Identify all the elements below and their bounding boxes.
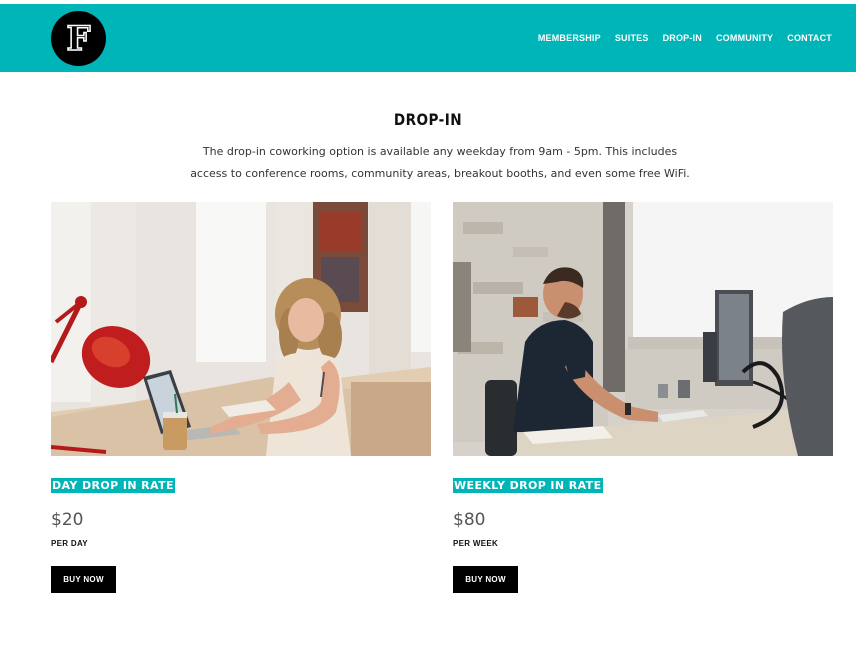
page-title: DROP-IN bbox=[393, 110, 463, 129]
nav-community[interactable]: COMMUNITY bbox=[716, 33, 773, 43]
logo[interactable]: F bbox=[51, 11, 106, 66]
rate-title: DAY DROP IN RATE bbox=[51, 478, 175, 493]
man-working-photo bbox=[453, 202, 833, 456]
price: $20 bbox=[51, 510, 84, 530]
nav-suites[interactable]: SUITES bbox=[615, 33, 649, 43]
logo-letter: F bbox=[66, 18, 92, 59]
woman-working-photo bbox=[51, 202, 431, 456]
weekly-rate-card: WEEKLY DROP IN RATE $80 PER WEEK BUY NOW bbox=[453, 202, 833, 593]
price-unit: PER DAY bbox=[51, 539, 88, 548]
rate-title: WEEKLY DROP IN RATE bbox=[453, 478, 603, 493]
buy-now-day-button[interactable]: BUY NOW bbox=[51, 566, 116, 593]
nav-drop-in[interactable]: DROP-IN bbox=[663, 33, 702, 43]
price: $80 bbox=[453, 510, 486, 530]
nav-contact[interactable]: CONTACT bbox=[787, 33, 832, 43]
intro-line: The drop-in coworking option is availabl… bbox=[202, 145, 678, 158]
price-unit: PER WEEK bbox=[453, 539, 499, 548]
site-header: F MEMBERSHIP SUITES DROP-IN COMMUNITY CO… bbox=[0, 4, 856, 72]
buy-now-weekly-button[interactable]: BUY NOW bbox=[453, 566, 518, 593]
day-rate-card: DAY DROP IN RATE $20 PER DAY BUY NOW bbox=[51, 202, 431, 593]
intro-text: The drop-in coworking option is availabl… bbox=[180, 141, 700, 185]
nav-membership[interactable]: MEMBERSHIP bbox=[538, 33, 601, 43]
man-working-photo-image bbox=[453, 202, 833, 456]
main-nav: MEMBERSHIP SUITES DROP-IN COMMUNITY CONT… bbox=[538, 4, 832, 72]
intro-line: access to conference rooms, community ar… bbox=[190, 167, 690, 180]
woman-working-photo-image bbox=[51, 202, 431, 456]
